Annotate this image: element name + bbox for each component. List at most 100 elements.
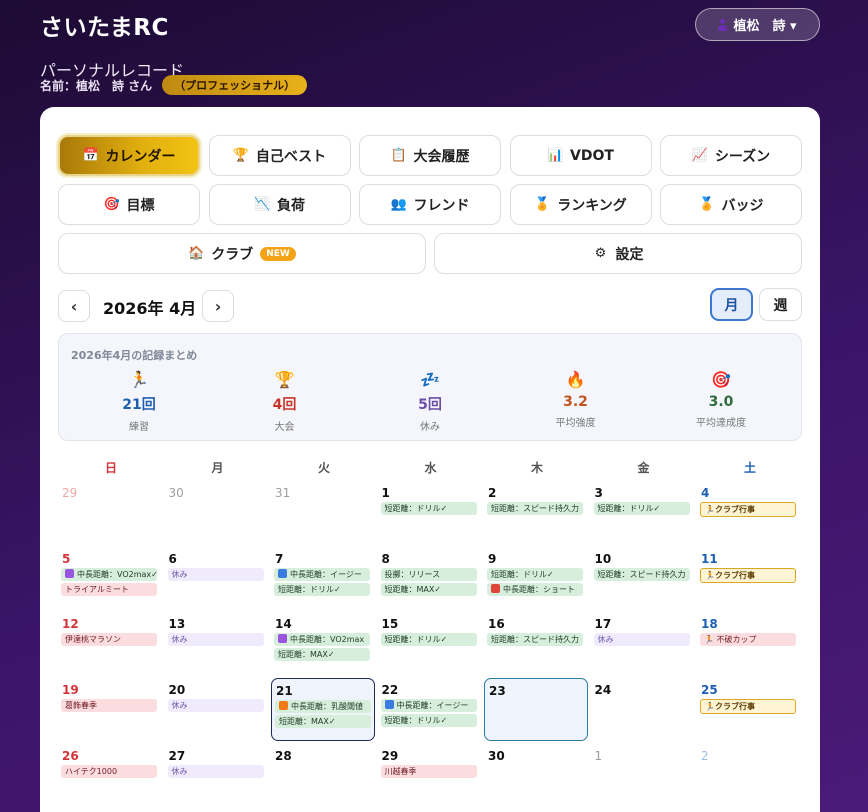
event-text: 休み [171,570,188,579]
calendar-day[interactable]: 20 休み [165,678,269,741]
tab-2[interactable]: 📋 大会履歴 [359,135,501,176]
calendar-day[interactable]: 10 短距離：スピード持久力 [591,547,695,610]
tab-6[interactable]: 📉 負荷 [208,184,351,225]
user-menu-button[interactable]: 植松 詩 ▾ [695,8,820,41]
event-race[interactable]: 伊達桃マラソン [61,633,157,646]
event-rest[interactable]: 休み [167,699,264,712]
event-training[interactable]: 短距離：MAX✓ [275,715,371,728]
event-training[interactable]: 短距離：スピード持久力 [487,502,583,515]
calendar-day[interactable]: 30 [484,744,588,807]
weekday-label: 金 [637,461,650,475]
day-number: 27 [168,749,186,763]
event-training[interactable]: 短距離：ドリル✓ [380,633,477,646]
event-training[interactable]: 中長距離：イージー [274,568,370,581]
calendar-day[interactable]: 18 🏃 不破カップ [697,612,801,675]
tab-7[interactable]: 👥 フレンド [359,184,501,225]
day-number: 19 [62,683,79,697]
main-card: 📅 カレンダー 🏆 自己ベスト 📋 大会履歴 📊 VDOT 📈 シーズン 🎯 目標 📉 負荷 👥 フレンド 🏅 ラ… [40,107,820,812]
calendar-day[interactable]: 23 [484,678,588,741]
tab-5[interactable]: 🎯 目標 [58,184,200,225]
calendar-day[interactable]: 25 🏃クラブ行事 [697,678,801,741]
calendar-day[interactable]: 30 [165,481,269,544]
calendar-day[interactable]: 14 中長距離：VO2max 短距離：MAX✓ [271,612,375,675]
day-number: 22 [381,683,399,697]
event-training[interactable]: 中長距離：イージー [380,699,477,712]
event-club[interactable]: 🏃クラブ行事 [700,568,796,583]
event-race[interactable]: トライアルミート [61,583,157,596]
day-number: 5 [62,552,71,566]
calendar-day[interactable]: 15 短距離：ドリル✓ [378,612,482,675]
tab-11[interactable]: ⚙ 設定 [434,233,802,274]
event-rest[interactable]: 休み [167,765,264,778]
calendar-day[interactable]: 12 伊達桃マラソン [58,612,162,675]
event-race[interactable]: ハイテク1000 [61,765,157,778]
tab-9[interactable]: 🏅 バッジ [660,184,802,225]
week-view-button[interactable]: 週 [759,288,802,321]
tab-8[interactable]: 🏅 ランキング [509,184,652,225]
tab-1[interactable]: 🏆 自己ベスト [208,135,351,176]
event-training[interactable]: 中長距離：ショート [487,583,583,596]
event-training[interactable]: 短距離：MAX✓ [274,648,370,661]
calendar-day[interactable]: 2 短距離：スピード持久力 [484,481,588,544]
next-month-button[interactable]: › [202,290,234,322]
day-number: 16 [488,617,505,631]
event-text: 短距離：MAX✓ [278,650,335,659]
event-rest[interactable]: 休み [167,568,264,581]
calendar-day[interactable]: 24 [591,678,695,741]
event-training[interactable]: 短距離：スピード持久力 [487,633,583,646]
prev-month-button[interactable]: ‹ [58,290,90,322]
calendar-day[interactable]: 8 投擲：リリース 短距離：MAX✓ [378,547,482,610]
calendar-day[interactable]: 13 休み [165,612,269,675]
event-text: 中長距離：イージー [290,570,362,579]
event-training[interactable]: 投擲：リリース [380,568,477,581]
calendar-day[interactable]: 4 🏃クラブ行事 [697,481,801,544]
event-training[interactable]: 中長距離：乳酸閾値 [275,700,371,713]
event-training[interactable]: 中長距離：VO2max✓ [61,568,157,581]
calendar-day[interactable]: 28 [271,744,375,807]
event-training[interactable]: 短距離：MAX✓ [380,583,477,596]
calendar-day[interactable]: 17 休み [591,612,695,675]
calendar-day[interactable]: 19 葛飾春季 [58,678,162,741]
calendar-day[interactable]: 11 🏃クラブ行事 [697,547,801,610]
tab-10[interactable]: 🏠 クラブ NEW [58,233,426,274]
event-training[interactable]: 短距離：ドリル✓ [593,502,690,515]
calendar-day[interactable]: 6 休み [165,547,269,610]
calendar-day[interactable]: 29 [58,481,162,544]
calendar-day[interactable]: 22 中長距離：イージー 短距離：ドリル✓ [378,678,482,741]
event-training[interactable]: 短距離：ドリル✓ [487,568,583,581]
event-rest[interactable]: 休み [167,633,264,646]
day-number: 31 [275,486,291,500]
event-rest[interactable]: 休み [593,633,690,646]
event-training[interactable]: 短距離：ドリル✓ [274,583,370,596]
calendar-day[interactable]: 27 休み [165,744,269,807]
event-training[interactable]: 中長距離：VO2max [274,633,370,646]
event-training[interactable]: 短距離：ドリル✓ [380,502,477,515]
event-race[interactable]: 🏃 不破カップ [700,633,796,646]
calendar-day[interactable]: 5 中長距離：VO2max✓ トライアルミート [58,547,162,610]
event-club[interactable]: 🏃クラブ行事 [700,699,796,714]
calendar-day[interactable]: 1 [591,744,695,807]
calendar-day[interactable]: 9 短距離：ドリル✓ 中長距離：ショート [484,547,588,610]
event-training[interactable]: 短距離：スピード持久力 [593,568,690,581]
calendar-day[interactable]: 1 短距離：ドリル✓ [378,481,482,544]
calendar-day[interactable]: 21 中長距離：乳酸閾値 短距離：MAX✓ [271,678,375,741]
calendar-day[interactable]: 29 川越春季 [378,744,482,807]
event-training[interactable]: 短距離：ドリル✓ [380,714,477,727]
day-number: 28 [275,749,292,763]
event-race[interactable]: 葛飾春季 [61,699,157,712]
calendar-day[interactable]: 31 [271,481,375,544]
calendar-day[interactable]: 3 短距離：ドリル✓ [591,481,695,544]
tab-4[interactable]: 📈 シーズン [660,135,802,176]
tab-3[interactable]: 📊 VDOT [509,135,652,176]
calendar-day[interactable]: 16 短距離：スピード持久力 [484,612,588,675]
tab-0[interactable]: 📅 カレンダー [58,135,200,176]
calendar-day[interactable]: 2 [697,744,801,807]
calendar-day[interactable]: 26 ハイテク1000 [58,744,162,807]
event-club[interactable]: 🏃クラブ行事 [700,502,796,517]
month-view-button[interactable]: 月 [710,288,753,321]
day-number: 8 [381,552,390,566]
calendar-day[interactable]: 7 中長距離：イージー 短距離：ドリル✓ [271,547,375,610]
line-chart-icon: 📈 [691,148,709,163]
trophy-icon: 🏆 [232,148,250,163]
event-race[interactable]: 川越春季 [380,765,477,778]
